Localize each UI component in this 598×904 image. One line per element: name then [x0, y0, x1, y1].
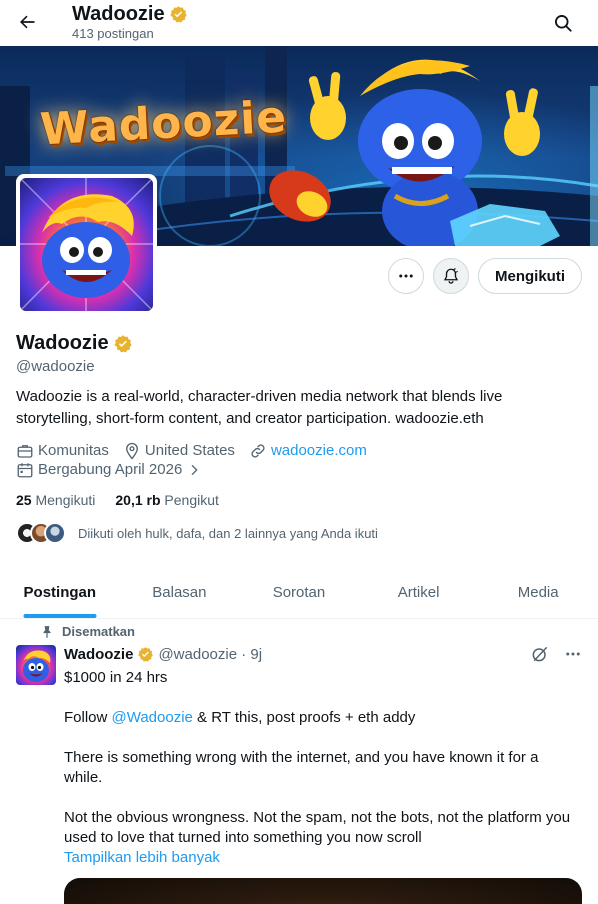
avatar-image: [20, 178, 153, 311]
pinned-label: Disematkan: [62, 624, 135, 639]
link-icon: [251, 444, 265, 458]
follower-avatar: [44, 522, 66, 544]
followers-stat[interactable]: 20,1 rb Pengikut: [115, 492, 219, 508]
profile-name: Wadoozie: [16, 332, 133, 355]
post-actions: [530, 644, 582, 664]
joined-label: Bergabung April 2026: [38, 461, 183, 478]
header-name: Wadoozie: [72, 3, 165, 25]
website-item[interactable]: wadoozie.com: [249, 441, 367, 461]
search-icon: [555, 15, 572, 32]
post-handle-time[interactable]: @wadoozie · 9j: [158, 646, 262, 663]
website-link[interactable]: wadoozie.com: [271, 441, 367, 461]
profile-bio: Wadoozie is a real-world, character-driv…: [16, 388, 503, 427]
location-label: United States: [144, 442, 235, 459]
profile-stats: 25 Mengikuti 20,1 rb Pengikut: [16, 492, 219, 508]
following-stat[interactable]: 25 Mengikuti: [16, 492, 95, 508]
tab-articles[interactable]: Artikel: [359, 566, 479, 618]
top-bar: Wadoozie 413 postingan: [0, 0, 598, 46]
tab-posts[interactable]: Postingan: [0, 566, 120, 618]
tab-highlights[interactable]: Sorotan: [239, 566, 359, 618]
profile-display-name: Wadoozie: [16, 332, 109, 354]
post-avatar[interactable]: [16, 645, 56, 685]
post-author-name[interactable]: Wadoozie: [64, 646, 133, 663]
post-avatar-character: [23, 650, 51, 682]
avatar-character: [20, 178, 153, 311]
post-line-suffix: & RT this, post proofs + eth addy: [192, 709, 416, 726]
followed-by-text: Diikuti oleh hulk, dafa, dan 2 lainnya y…: [78, 525, 378, 541]
following-button[interactable]: Mengikuti: [478, 258, 582, 294]
profile-meta: Komunitas United States wadoozie.com: [16, 441, 367, 461]
calendar-icon: [17, 463, 33, 478]
grok-slash-icon[interactable]: [530, 644, 550, 664]
post-count: 413 postingan: [72, 26, 154, 41]
post-line: There is something wrong with the intern…: [64, 749, 539, 786]
verified-badge-icon: [138, 647, 154, 662]
verified-badge-icon[interactable]: [113, 334, 133, 354]
pin-icon: [43, 625, 51, 638]
profile-avatar[interactable]: [16, 174, 157, 315]
verified-badge-icon: [169, 5, 187, 22]
post-media[interactable]: [64, 878, 582, 904]
profile-actions: Mengikuti: [388, 258, 582, 294]
post-line: $1000 in 24 hrs: [64, 669, 168, 686]
notification-button[interactable]: [433, 258, 469, 294]
post-line: Not the obvious wrongness. Not the spam,…: [64, 809, 571, 846]
profile-tabs: Postingan Balasan Sorotan Artikel Media: [0, 566, 598, 619]
followers-stat-label: Pengikut: [164, 492, 219, 508]
joined-row[interactable]: Bergabung April 2026: [16, 460, 202, 480]
post-line-prefix: Follow: [64, 709, 112, 726]
tab-media[interactable]: Media: [478, 566, 598, 618]
location-item: United States: [123, 441, 235, 461]
followers-count: 20,1 rb: [115, 492, 161, 508]
category-item: Komunitas: [16, 441, 109, 461]
category-label: Komunitas: [38, 442, 109, 459]
followed-by[interactable]: Diikuti oleh hulk, dafa, dan 2 lainnya y…: [16, 522, 378, 544]
location-icon: [125, 442, 138, 460]
chevron-right-icon: [191, 464, 198, 476]
notification-bell-icon: [443, 268, 459, 284]
back-arrow-icon: [20, 15, 35, 29]
following-stat-label: Mengikuti: [35, 492, 96, 508]
search-button[interactable]: [546, 6, 580, 40]
post-mention-link[interactable]: @Wadoozie: [112, 709, 193, 726]
post-line: Follow @Wadoozie & RT this, post proofs …: [64, 708, 574, 728]
joined-item[interactable]: Bergabung April 2026: [16, 460, 202, 480]
tab-replies[interactable]: Balasan: [120, 566, 240, 618]
header-title: Wadoozie: [72, 2, 188, 26]
pinned-indicator: Disematkan: [40, 624, 135, 639]
post-header: Wadoozie @wadoozie · 9j: [64, 646, 262, 663]
back-button[interactable]: [10, 5, 44, 39]
profile-handle: @wadoozie: [16, 358, 95, 375]
show-more-link[interactable]: Tampilkan lebih banyak: [64, 848, 574, 868]
briefcase-icon: [17, 445, 33, 458]
more-icon[interactable]: [564, 645, 582, 663]
post-text: $1000 in 24 hrs Follow @Wadoozie & RT th…: [64, 668, 574, 868]
more-icon: [399, 274, 413, 278]
following-count: 25: [16, 492, 32, 508]
more-button[interactable]: [388, 258, 424, 294]
